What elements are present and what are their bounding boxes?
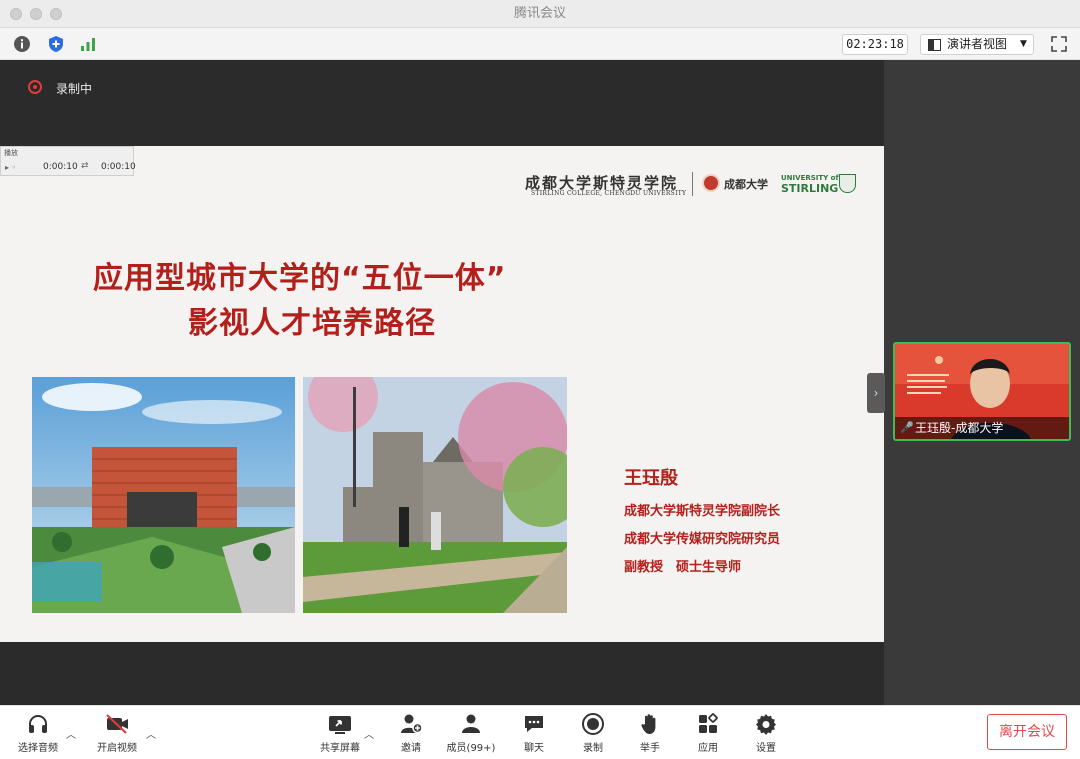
speaker-role-3: 副教授 硕士生导师	[624, 560, 742, 575]
logo-stirling-big: STIRLING	[781, 182, 839, 195]
raise-hand-button[interactable]: 举手	[620, 712, 680, 754]
info-icon[interactable]	[12, 34, 32, 54]
window-title: 腾讯会议	[513, 6, 566, 21]
apps-icon	[699, 713, 718, 733]
video-off-icon	[106, 714, 128, 734]
layout-icon	[928, 39, 941, 51]
loop-icon[interactable]: ⇄	[81, 161, 89, 171]
invite-button[interactable]: 邀请	[381, 712, 441, 754]
share-screen-button[interactable]: 共享屏幕	[310, 712, 370, 754]
settings-button[interactable]: 设置	[736, 712, 796, 754]
recording-label: 录制中	[56, 82, 93, 96]
participant-name-label: 🎤 王珏殷-成都大学	[895, 417, 1069, 439]
chat-label: 聊天	[524, 743, 544, 754]
members-button[interactable]: 成员(99+)	[441, 712, 501, 754]
start-video-button[interactable]: 开启视频	[87, 712, 147, 754]
leave-meeting-button[interactable]: 离开会议	[987, 714, 1067, 750]
logo-stirling-college-en: STIRLING COLLEGE, CHENGDU UNIVERSITY	[531, 190, 687, 197]
video-options-caret-icon[interactable]: ︿	[146, 726, 156, 741]
meeting-timer: 02:23:18	[842, 34, 908, 55]
apps-button[interactable]: 应用	[678, 712, 738, 754]
select-audio-button[interactable]: 选择音频	[8, 712, 68, 754]
chat-button[interactable]: 聊天	[504, 712, 564, 754]
mini-player-total-time: 0:00:10	[101, 162, 136, 172]
participant-video-tile[interactable]: 🎤 王珏殷-成都大学	[893, 342, 1071, 441]
microphone-icon: 🎤	[900, 421, 914, 434]
apps-label: 应用	[698, 743, 718, 754]
record-button[interactable]: 录制	[563, 712, 623, 754]
fullscreen-icon[interactable]	[1050, 35, 1068, 53]
raise-hand-label: 举手	[640, 743, 660, 754]
window-titlebar: 腾讯会议	[0, 0, 1080, 28]
play-icon[interactable]: ▸ ◦	[5, 163, 16, 172]
speaker-name: 王珏殷	[624, 468, 678, 489]
recording-icon	[28, 80, 42, 94]
mini-player-current-time: 0:00:10	[43, 162, 78, 172]
top-toolbar	[0, 28, 1080, 60]
start-video-label: 开启视频	[97, 743, 137, 754]
record-label: 录制	[583, 743, 603, 754]
logo-stirling-small: UNIVERSITY of	[781, 174, 839, 182]
members-label: 成员(99+)	[446, 743, 496, 754]
members-icon	[462, 714, 480, 733]
speaker-role-2: 成都大学传媒研究院研究员	[624, 532, 781, 547]
slide-title-line2: 影视人才培养路径	[188, 306, 436, 341]
presentation-slide: 成都大学斯特灵学院 STIRLING COLLEGE, CHENGDU UNIV…	[0, 146, 884, 642]
gear-icon	[756, 714, 776, 735]
invite-label: 邀请	[401, 743, 421, 754]
castle-campus-photo	[303, 377, 567, 613]
chevron-right-icon: ›	[873, 386, 879, 400]
record-icon	[582, 713, 604, 735]
mini-player-label: 播放	[4, 149, 18, 157]
campus-building-photo	[32, 377, 295, 613]
logo-chengdu-university: 成都大学	[724, 178, 768, 191]
chat-icon	[525, 716, 543, 732]
shield-icon[interactable]	[46, 34, 66, 54]
signal-strength-icon[interactable]	[78, 34, 98, 54]
audio-options-caret-icon[interactable]: ︿	[66, 726, 76, 741]
participant-name: 王珏殷-成都大学	[915, 421, 1004, 435]
stirling-crest-icon	[839, 174, 856, 193]
view-mode-dropdown[interactable]: 演讲者视图 ▼	[920, 34, 1034, 55]
hand-icon	[641, 714, 656, 734]
chengdu-university-seal-icon	[702, 174, 720, 192]
logo-divider	[692, 172, 693, 196]
media-mini-player[interactable]: 播放 ▸ ◦ 0:00:10 ⇄ 0:00:10	[0, 146, 136, 176]
headphones-icon	[29, 715, 47, 733]
share-screen-icon	[329, 716, 351, 734]
slide-title-line1: 应用型城市大学的“五位一体”	[93, 261, 507, 296]
select-audio-label: 选择音频	[18, 743, 58, 754]
share-screen-label: 共享屏幕	[320, 743, 360, 754]
settings-label: 设置	[756, 743, 776, 754]
speaker-role-1: 成都大学斯特灵学院副院长	[624, 504, 781, 519]
add-user-icon	[401, 714, 423, 734]
view-mode-label: 演讲者视图	[947, 37, 1008, 51]
chevron-down-icon: ▼	[1020, 39, 1027, 49]
collapse-panel-button[interactable]: ›	[867, 373, 885, 413]
share-options-caret-icon[interactable]: ︿	[364, 726, 374, 741]
